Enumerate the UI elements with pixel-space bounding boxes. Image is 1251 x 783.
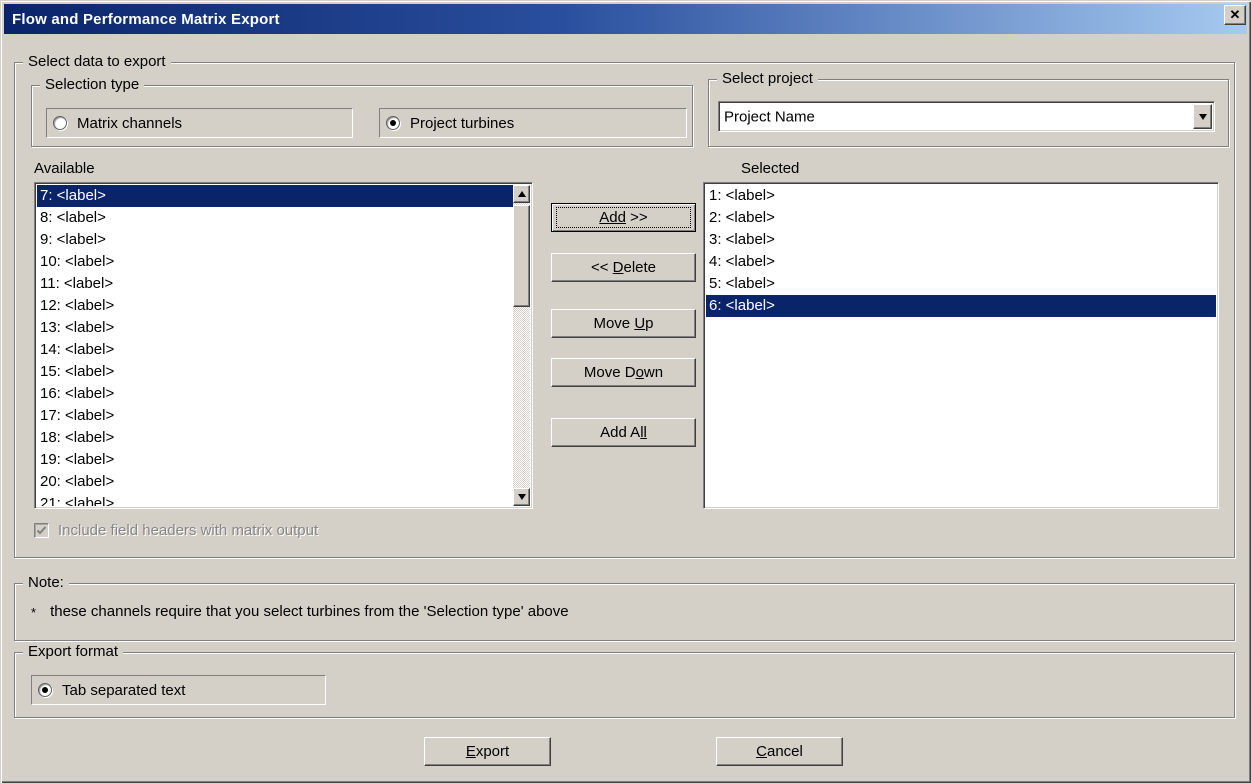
add-all-button[interactable]: Add All [551,418,696,447]
cancel-button-label-key: C [756,743,767,760]
note-bullet: * [31,603,36,620]
list-item[interactable]: 8: <label> [37,207,513,229]
list-item[interactable]: 14: <label> [37,339,513,361]
list-item[interactable]: 15: <label> [37,361,513,383]
list-item[interactable]: 16: <label> [37,383,513,405]
matrix-channels-radio[interactable] [53,116,67,130]
move-up-button-label-pre: Move [593,315,634,332]
list-item[interactable]: 4: <label> [706,251,1216,273]
project-turbines-radio[interactable] [386,116,400,130]
selected-list-items: 1: <label>2: <label>3: <label>4: <label>… [706,185,1216,506]
list-item[interactable]: 10: <label> [37,251,513,273]
group-select-data: Select data to export Selection type Mat… [14,62,1235,558]
list-item[interactable]: 20: <label> [37,471,513,493]
list-item[interactable]: 19: <label> [37,449,513,471]
group-select-data-label: Select data to export [23,53,171,70]
include-headers-row: Include field headers with matrix output [34,522,318,539]
list-item[interactable]: 1: <label> [706,185,1216,207]
add-button-label-post: >> [626,209,648,226]
group-note-label: Note: [23,574,69,591]
project-turbines-option: Project turbines [379,108,687,138]
list-item[interactable]: 5: <label> [706,273,1216,295]
move-down-button-label-post: wn [644,364,663,381]
group-export-format: Export format Tab separated text [14,652,1235,718]
delete-button-label-key: D [613,259,624,276]
arrow-up-icon [518,191,526,197]
move-up-button[interactable]: Move Up [551,309,696,338]
note-text: these channels require that you select t… [50,603,569,620]
group-selection-type-label: Selection type [40,76,144,93]
scroll-up-button[interactable] [513,185,530,203]
include-headers-checkbox[interactable] [34,523,49,538]
list-item[interactable]: 21: <label> [37,493,513,506]
close-icon: ✕ [1230,7,1241,23]
delete-button-label-pre: << [591,259,613,276]
matrix-channels-option: Matrix channels [46,108,353,138]
delete-button-label-post: elete [624,259,657,276]
scrollbar-thumb[interactable] [513,205,530,307]
tab-separated-label: Tab separated text [62,682,185,699]
group-selection-type: Selection type Matrix channels Project t… [31,85,693,147]
group-select-project: Select project Project Name [708,79,1229,147]
move-down-button[interactable]: Move Down [551,358,696,387]
scroll-down-button[interactable] [513,488,530,506]
selected-list-label: Selected [741,160,799,177]
add-button[interactable]: Add >> [551,203,696,232]
available-list-label: Available [34,160,95,177]
selected-listbox[interactable]: 1: <label>2: <label>3: <label>4: <label>… [703,182,1219,509]
add-all-button-label-key: ll [640,424,647,441]
export-button[interactable]: Export [424,737,551,766]
cancel-button-label-post: ancel [767,743,803,760]
title-bar[interactable]: Flow and Performance Matrix Export [4,4,1247,34]
available-scrollbar [513,185,530,506]
chevron-down-icon [1199,114,1207,120]
window-title: Flow and Performance Matrix Export [12,11,280,28]
available-listbox[interactable]: 7: <label>8: <label>9: <label>10: <label… [34,182,533,509]
project-combobox-value: Project Name [724,108,815,125]
close-button[interactable]: ✕ [1224,5,1246,25]
list-item[interactable]: 6: <label> [706,295,1216,317]
list-item[interactable]: 18: <label> [37,427,513,449]
group-note: Note: * these channels require that you … [14,583,1235,641]
arrow-down-icon [518,494,526,500]
project-turbines-label: Project turbines [410,115,514,132]
move-up-button-label-post: p [645,315,653,332]
list-item[interactable]: 3: <label> [706,229,1216,251]
export-button-label-post: xport [476,743,509,760]
tab-separated-radio[interactable] [38,683,52,697]
list-item[interactable]: 13: <label> [37,317,513,339]
list-item[interactable]: 7: <label> [37,185,513,207]
delete-button[interactable]: << Delete [551,253,696,282]
add-button-label-key: Add [599,209,626,226]
add-all-button-label-pre: Add A [600,424,640,441]
list-item[interactable]: 11: <label> [37,273,513,295]
include-headers-label: Include field headers with matrix output [58,522,318,539]
move-up-button-label-key: U [634,315,645,332]
project-combobox-dropdown-button[interactable] [1193,104,1212,129]
export-button-label-key: E [466,743,476,760]
dialog-window: Flow and Performance Matrix Export ✕ Sel… [0,0,1251,783]
matrix-channels-label: Matrix channels [77,115,182,132]
move-down-button-label-pre: Move D [584,364,636,381]
check-icon [36,525,47,536]
list-item[interactable]: 2: <label> [706,207,1216,229]
list-item[interactable]: 12: <label> [37,295,513,317]
list-item[interactable]: 17: <label> [37,405,513,427]
group-export-format-label: Export format [23,643,123,660]
move-down-button-label-key: o [636,364,644,381]
list-item[interactable]: 9: <label> [37,229,513,251]
project-combobox[interactable]: Project Name [718,101,1215,132]
tab-separated-option: Tab separated text [31,675,326,705]
available-list-items: 7: <label>8: <label>9: <label>10: <label… [37,185,513,506]
group-select-project-label: Select project [717,70,818,87]
cancel-button[interactable]: Cancel [716,737,843,766]
